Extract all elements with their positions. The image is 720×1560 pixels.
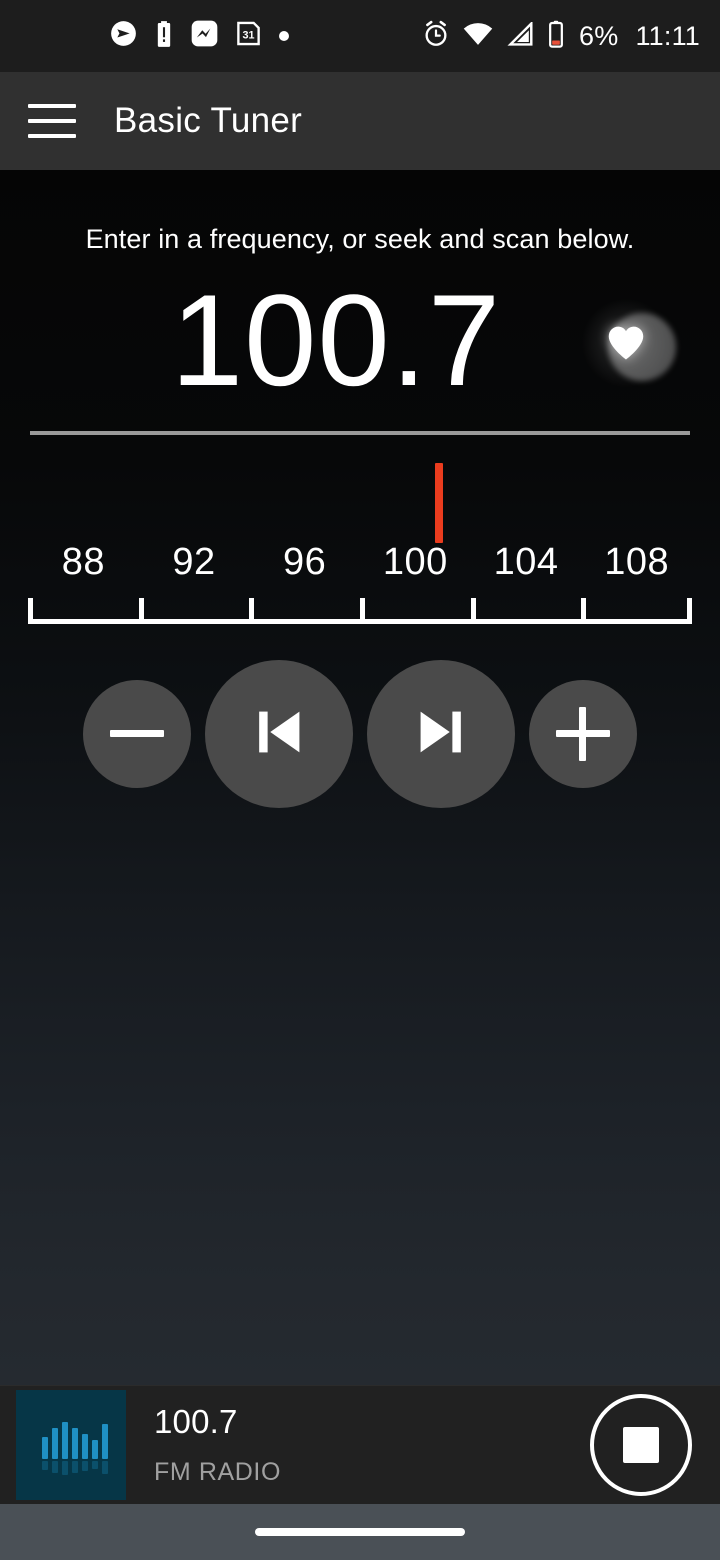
system-navigation-bar [0,1504,720,1560]
svg-text:31: 31 [242,29,254,41]
minus-icon [110,707,164,761]
battery-icon [546,20,566,53]
frequency-scale-labels: 88 92 96 100 104 108 [28,541,692,596]
plus-icon [556,707,610,761]
scale-label: 104 [493,541,559,583]
scale-label: 92 [172,541,216,583]
scale-tick [470,598,476,624]
now-playing-subtitle: FM RADIO [154,1458,282,1486]
notification-dot-icon [279,31,289,41]
scale-label: 100 [382,541,448,583]
scale-tick [249,598,255,624]
messenger-icon [191,20,218,52]
now-playing-title: 100.7 [154,1403,238,1440]
frequency-needle [434,463,443,543]
scale-label: 96 [283,541,327,583]
cellular-signal-icon [506,20,533,51]
heart-icon [604,321,648,365]
tuner-content: Enter in a frequency, or seek and scan b… [0,170,720,1385]
seek-previous-button[interactable] [205,660,353,808]
stop-button[interactable] [590,1394,692,1496]
frequency-scale-axis [28,596,692,624]
now-playing-info: 100.7 FM RADIO [154,1405,590,1485]
frequency-scale[interactable]: 88 92 96 100 104 108 [28,463,692,624]
tuner-hint-text: Enter in a frequency, or seek and scan b… [85,224,635,254]
equalizer-bars-icon [16,1390,126,1500]
hamburger-menu-icon[interactable] [28,99,84,143]
wifi-icon [463,22,493,51]
scale-tick [138,598,144,624]
scale-tick [687,598,692,624]
tuner-controls [0,660,720,808]
frequency-input[interactable]: 100.7 [171,275,501,411]
app-bar: Basic Tuner [0,72,720,170]
send-icon [110,20,137,52]
seek-next-button[interactable] [367,660,515,808]
frequency-increase-button[interactable] [529,680,637,788]
alarm-icon [422,20,450,53]
scale-tick [28,598,33,624]
hamburger-bar [28,104,76,108]
frequency-input-row: 100.7 [30,255,690,431]
calendar-icon: 31 [235,20,262,52]
app-screen: 31 6% 11:11 Basic Tuner Enter in a frequ… [0,0,720,1560]
now-playing-bar[interactable]: 100.7 FM RADIO [0,1385,720,1504]
skip-previous-icon [244,697,314,772]
favorite-button[interactable] [580,297,676,389]
home-gesture-pill[interactable] [255,1528,465,1536]
scale-tick [360,598,365,624]
scale-label: 88 [61,541,105,583]
battery-alert-icon [154,20,174,53]
clock-label: 11:11 [635,20,700,51]
scale-tick [581,598,587,624]
battery-percent-label: 6% [579,20,619,51]
frequency-decrease-button[interactable] [83,680,191,788]
status-bar-notification-icons: 31 [110,20,289,53]
status-bar-system-icons: 6% 11:11 [422,0,700,72]
page-title: Basic Tuner [114,101,303,140]
stop-icon [623,1427,659,1463]
frequency-input-underline [30,431,690,435]
status-bar: 31 6% 11:11 [0,0,720,72]
scale-label: 108 [604,541,670,583]
hamburger-bar [28,119,76,123]
hamburger-bar [28,134,76,138]
skip-next-icon [406,697,476,772]
